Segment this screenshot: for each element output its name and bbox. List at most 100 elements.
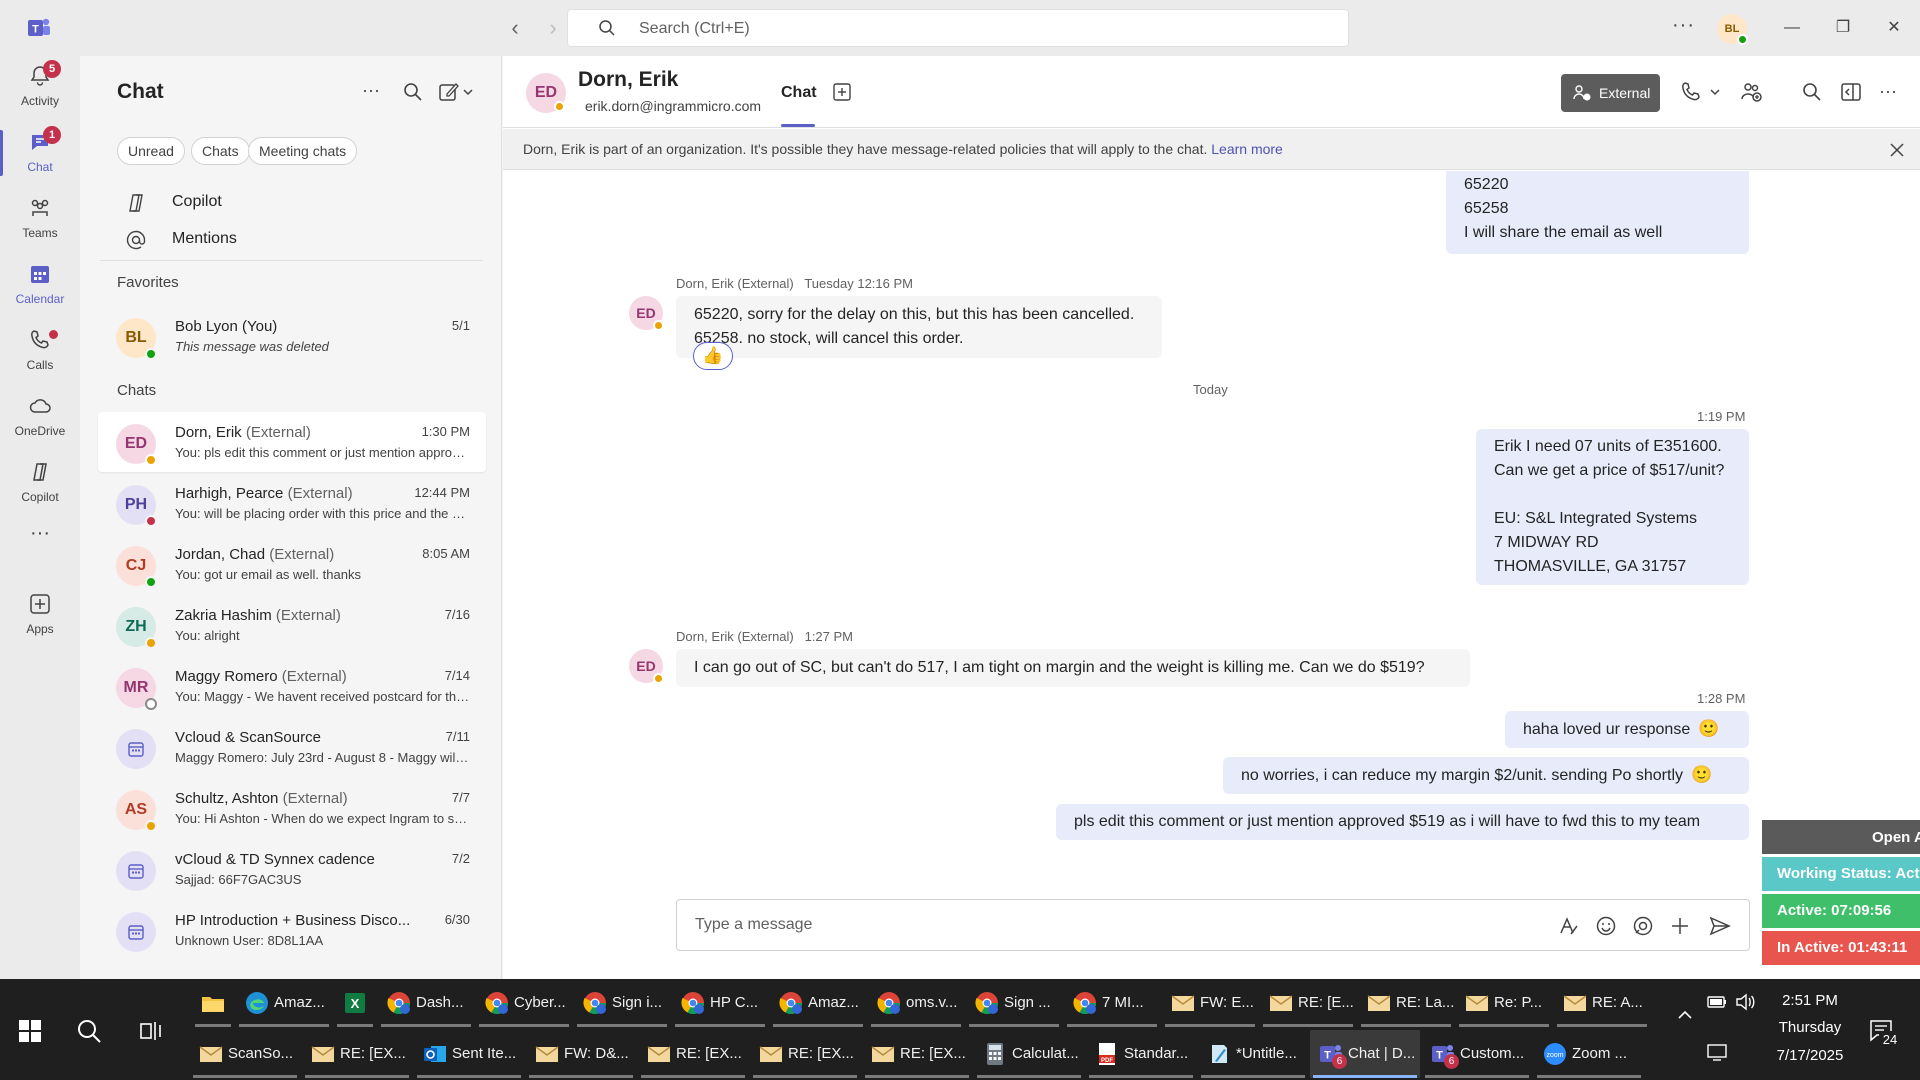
taskbar-app-button[interactable]: Sent Ite... (414, 1030, 524, 1078)
message-bubble-me[interactable]: haha loved ur response 🙂 (1505, 711, 1749, 748)
chat-item-harhigh-pearce[interactable]: PH Harhigh, Pearce (External) 12:44 PM Y… (98, 473, 486, 533)
taskbar-app-button[interactable]: RE: [EX... (302, 1030, 412, 1078)
chat-item-hp-introduction[interactable]: HP Introduction + Business Disco... 6/30… (98, 900, 486, 960)
taskbar-app-button[interactable]: Dash... (378, 979, 474, 1027)
minimize-icon[interactable]: — (1780, 16, 1804, 40)
rail-item-copilot[interactable]: Copilot (0, 454, 80, 518)
sender-avatar[interactable]: ED (629, 649, 664, 684)
add-icon[interactable] (1668, 914, 1692, 938)
taskbar-app-button[interactable]: FW: E... (1162, 979, 1258, 1027)
taskbar-app-button[interactable]: Re: P... (1456, 979, 1552, 1027)
restore-icon[interactable]: ❐ (1831, 16, 1855, 40)
filter-meeting-chats[interactable]: Meeting chats (248, 137, 358, 165)
chevron-up-icon[interactable] (1674, 1004, 1696, 1026)
message-bubble-me[interactable]: Erik I need 07 units of E351600. Can we … (1476, 429, 1749, 585)
call-icon[interactable] (1679, 80, 1729, 104)
send-icon[interactable] (1708, 914, 1732, 938)
chat-item-vcloud-td-synnex[interactable]: vCloud & TD Synnex cadence 7/2 Sajjad: 6… (98, 839, 486, 899)
message-bubble-other[interactable]: 65220, sorry for the delay on this, but … (676, 296, 1162, 358)
search-in-chat-icon[interactable] (1800, 80, 1824, 104)
learn-more-link[interactable]: Learn more (1211, 141, 1283, 157)
external-policy-banner: Dorn, Erik is part of an organization. I… (503, 129, 1920, 170)
taskbar-app-button[interactable]: oms.v... (868, 979, 964, 1027)
taskbar-app-button[interactable]: Amaz... (236, 979, 332, 1027)
taskbar-app-button[interactable]: X (334, 979, 376, 1027)
rail-item-apps[interactable]: Apps (0, 586, 80, 650)
message-bubble-other[interactable]: I can go out of SC, but can't do 517, I … (676, 649, 1470, 687)
taskbar-app-button[interactable]: Sign ... (966, 979, 1062, 1027)
rail-item-chat[interactable]: 1 Chat (0, 124, 80, 188)
tab-chat[interactable]: Chat (781, 84, 817, 102)
back-arrow-icon[interactable]: ‹ (503, 16, 527, 40)
more-options-icon[interactable]: ··· (1672, 14, 1695, 37)
taskbar-app-button[interactable] (192, 979, 234, 1027)
taskbar-app-button[interactable]: HP C... (672, 979, 768, 1027)
task-view-icon[interactable] (138, 1018, 164, 1044)
taskbar-app-button[interactable]: Calculat... (974, 1030, 1084, 1078)
taskbar-app-button[interactable]: *Untitle... (1198, 1030, 1308, 1078)
chat-item-vcloud-scansource[interactable]: Vcloud & ScanSource 7/11 Maggy Romero: J… (98, 717, 486, 777)
taskbar-app-button[interactable]: ScanSo... (190, 1030, 300, 1078)
more-options-icon[interactable]: ··· (1879, 80, 1903, 104)
rail-item-teams[interactable]: Teams (0, 190, 80, 254)
close-window-icon[interactable]: ✕ (1882, 16, 1906, 40)
taskbar-app-button[interactable]: 7 MI... (1064, 979, 1160, 1027)
message-bubble-me[interactable]: 65220 65258 I will share the email as we… (1446, 171, 1749, 254)
user-avatar[interactable]: BL (1717, 14, 1748, 45)
chat-item-jordan-chad[interactable]: CJ Jordan, Chad (External) 8:05 AM You: … (98, 534, 486, 594)
chat-item-bob-lyon[interactable]: BL Bob Lyon (You) 5/1 This message was d… (98, 306, 486, 366)
contact-avatar[interactable]: ED (526, 73, 566, 113)
message-bubble-me[interactable]: no worries, i can reduce my margin $2/un… (1223, 757, 1749, 794)
thumbs-up-reaction[interactable]: 👍 (693, 342, 733, 370)
taskbar-app-button[interactable]: RE: [EX... (750, 1030, 860, 1078)
taskbar-app-button[interactable]: T 6 Custom... (1422, 1030, 1532, 1078)
message-bubble-me[interactable]: pls edit this comment or just mention ap… (1056, 804, 1749, 840)
open-side-panel-icon[interactable] (1839, 80, 1863, 104)
chat-list-more-icon[interactable]: ··· (362, 80, 386, 104)
chat-item-dorn-erik[interactable]: ED Dorn, Erik (External) 1:30 PM You: pl… (98, 412, 486, 472)
emoji-icon[interactable] (1594, 914, 1618, 938)
widget-header[interactable]: Open A (1762, 820, 1920, 854)
add-people-icon[interactable] (1739, 80, 1763, 104)
rail-item-calls[interactable]: Calls (0, 322, 80, 386)
search-icon[interactable] (76, 1018, 102, 1044)
windows-start-icon[interactable] (18, 1019, 42, 1043)
taskbar-app-button[interactable]: T 6 Chat | D... (1310, 1030, 1420, 1078)
taskbar-app-button[interactable]: Sign i... (574, 979, 670, 1027)
chat-item-schultz-ashton[interactable]: AS Schultz, Ashton (External) 7/7 You: H… (98, 778, 486, 838)
taskbar-app-button[interactable]: RE: La... (1358, 979, 1454, 1027)
message-composer[interactable]: Type a message (676, 899, 1750, 951)
clock-time[interactable]: 2:51 PM (1762, 992, 1858, 1009)
taskbar-app-button[interactable]: RE: [EX... (862, 1030, 972, 1078)
taskbar-app-button[interactable]: RE: A... (1554, 979, 1650, 1027)
search-bar[interactable]: Search (Ctrl+E) (567, 9, 1349, 47)
chat-item-zakria-hashim[interactable]: ZH Zakria Hashim (External) 7/16 You: al… (98, 595, 486, 655)
rail-item-calendar[interactable]: Calendar (0, 256, 80, 320)
sender-avatar[interactable]: ED (629, 296, 664, 331)
taskbar-app-button[interactable]: FW: D&... (526, 1030, 636, 1078)
new-chat-icon[interactable] (437, 80, 477, 104)
taskbar-app-button[interactable]: zoom Zoom ... (1534, 1030, 1644, 1078)
battery-icon[interactable] (1706, 991, 1728, 1013)
rail-item-onedrive[interactable]: OneDrive (0, 388, 80, 452)
taskbar-app-button[interactable]: Cyber... (476, 979, 572, 1027)
rail-item-activity[interactable]: 5 Activity (0, 58, 80, 122)
search-icon[interactable] (401, 80, 425, 104)
forward-arrow-icon[interactable]: › (541, 16, 565, 40)
close-icon[interactable] (1888, 141, 1906, 159)
format-icon[interactable] (1557, 914, 1581, 938)
chat-item-maggy-romero[interactable]: MR Maggy Romero (External) 7/14 You: Mag… (98, 656, 486, 716)
outlook-icon (422, 1041, 448, 1067)
add-tab-icon[interactable] (832, 82, 852, 102)
volume-icon[interactable] (1734, 991, 1756, 1013)
loop-icon[interactable] (1631, 914, 1655, 938)
taskbar-app-button[interactable]: Amaz... (770, 979, 866, 1027)
taskbar-app-button[interactable]: RE: [E... (1260, 979, 1356, 1027)
external-button[interactable]: External (1561, 74, 1660, 112)
rail-more-button[interactable]: ··· (0, 522, 80, 552)
taskbar-app-button[interactable]: RE: [EX... (638, 1030, 748, 1078)
filter-chats[interactable]: Chats (191, 137, 250, 165)
network-icon[interactable] (1706, 1041, 1728, 1063)
taskbar-app-button[interactable]: PDF Standar... (1086, 1030, 1196, 1078)
filter-unread[interactable]: Unread (117, 137, 185, 165)
